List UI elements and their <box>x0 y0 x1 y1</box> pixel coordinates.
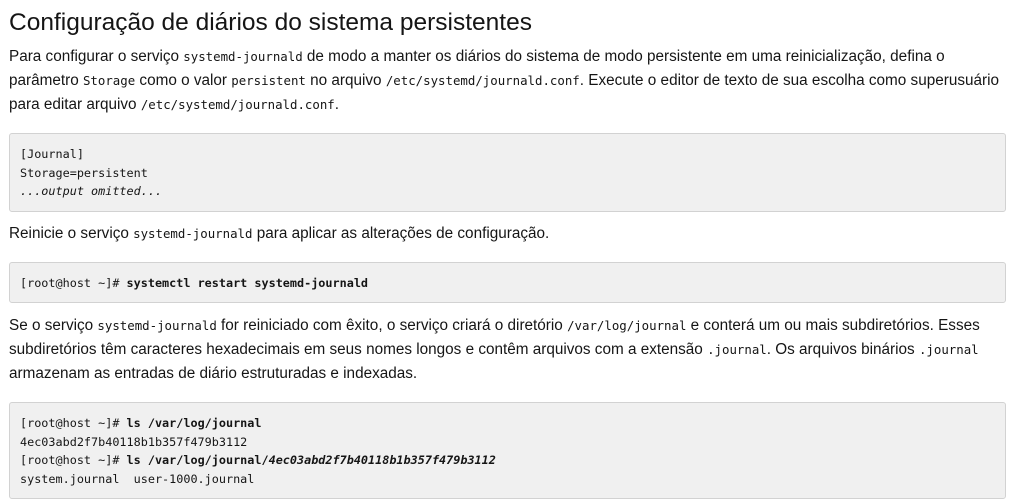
text: Se o serviço <box>9 317 98 334</box>
shell-command: systemctl restart systemd-journald <box>126 276 369 290</box>
shell-prompt: [root@host ~]# <box>20 416 127 430</box>
shell-command: ls /var/log/journal <box>126 416 262 430</box>
code-line: Storage=persistent <box>20 165 148 180</box>
code-line: [root@host ~]# ls /var/log/journal <box>20 414 995 433</box>
paragraph-restart-service: Reinicie o serviço systemd-journald para… <box>9 222 1006 246</box>
text: como o valor <box>135 72 232 89</box>
paragraph-journal-directory: Se o serviço systemd-journald for reinic… <box>9 314 1006 386</box>
code-block-ls-journal[interactable]: [root@host ~]# ls /var/log/journal 4ec03a… <box>9 402 1006 499</box>
shell-prompt: [root@host ~]# <box>20 276 127 290</box>
shell-prompt: [root@host ~]# <box>20 453 127 467</box>
inline-code-service: systemd-journald <box>97 318 217 333</box>
inline-code-parameter: Storage <box>82 73 136 88</box>
inline-code-extension: .journal <box>918 342 979 357</box>
command-output: 4ec03abd2f7b40118b1b357f479b3112 <box>20 434 248 449</box>
command-output: system.journal user-1000.journal <box>20 471 255 486</box>
text: Reinicie o serviço <box>9 225 134 242</box>
inline-code-service: systemd-journald <box>183 49 303 64</box>
code-line: [root@host ~]# ls /var/log/journal/4ec03… <box>20 451 995 470</box>
inline-code-service: systemd-journald <box>133 226 253 241</box>
inline-code-journal-dir: /var/log/journal <box>567 318 687 333</box>
paragraph-configure-storage: Para configurar o serviço systemd-journa… <box>9 45 1006 117</box>
code-line: [Journal] <box>20 147 84 161</box>
text: . Os arquivos binários <box>766 341 919 358</box>
text: armazenam as entradas de diário estrutur… <box>9 365 418 382</box>
command-path: ls /var/log/journal/ <box>126 453 269 467</box>
inline-code-value: persistent <box>231 73 306 88</box>
code-line: [root@host ~]# systemctl restart systemd… <box>20 274 995 293</box>
inline-code-extension: .journal <box>707 342 767 357</box>
inline-code-config-path: /etc/systemd/journald.conf <box>385 73 580 88</box>
text: for reiniciado com êxito, o serviço cria… <box>216 317 568 334</box>
text: Para configurar o serviço <box>9 48 184 65</box>
omitted-note: ...output omitted... <box>20 184 163 198</box>
section-heading: Configuração de diários do sistema persi… <box>9 9 532 36</box>
text: . <box>334 96 340 113</box>
text: no arquivo <box>305 72 386 89</box>
code-block-restart-command[interactable]: [root@host ~]# systemctl restart systemd… <box>9 262 1006 303</box>
shell-command: ls /var/log/journal/4ec03abd2f7b40118b1b… <box>127 453 496 467</box>
code-block-journald-conf[interactable]: [Journal] Storage=persistent ...output omi… <box>9 133 1006 212</box>
inline-code-config-path: /etc/systemd/journald.conf <box>140 97 335 112</box>
document-page: Configuração de diários do sistema persi… <box>0 0 1018 499</box>
text: para aplicar as alterações de configuraç… <box>252 225 550 242</box>
command-path-variable: 4ec03abd2f7b40118b1b357f479b3112 <box>268 453 496 467</box>
code-line-omitted: ...output omitted... <box>20 182 995 201</box>
